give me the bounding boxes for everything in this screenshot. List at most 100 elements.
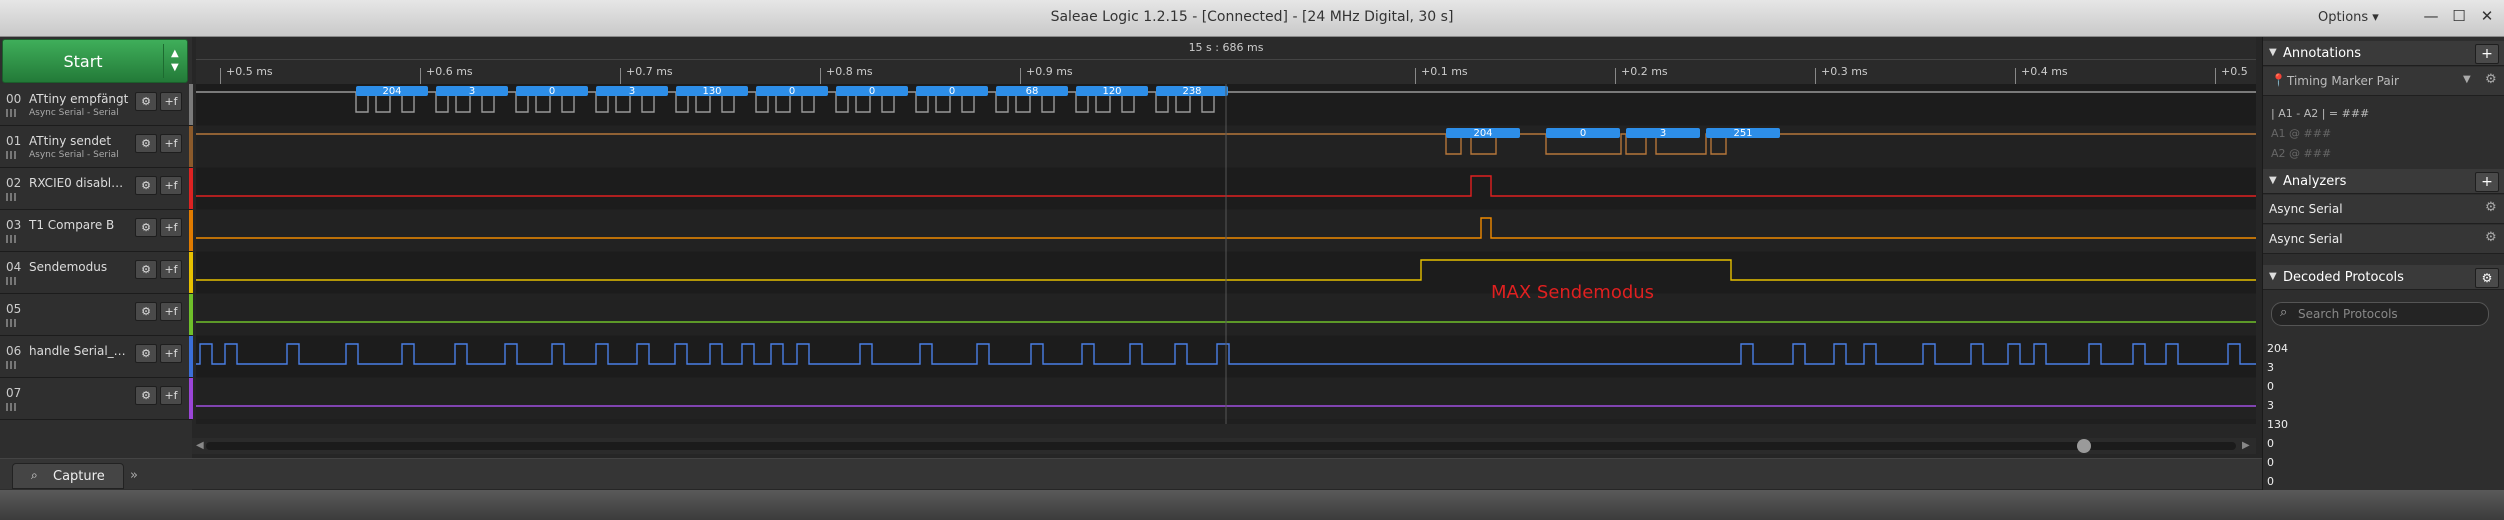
decoded-title: Decoded Protocols: [2283, 270, 2404, 285]
gear-icon[interactable]: ⚙: [135, 134, 157, 153]
waveform-area[interactable]: 204 3 0 3 130 0 0 0 68 120 238 204 0 3 251 MAX Sendemod…: [196, 84, 2256, 424]
decoded-value: 204: [1473, 128, 1492, 139]
scroll-right-icon[interactable]: ▶: [2242, 440, 2250, 451]
drag-handle[interactable]: [6, 319, 16, 327]
channel-number: 02: [6, 176, 22, 190]
start-button[interactable]: Start ▲ ▼: [2, 39, 188, 83]
gear-icon[interactable]: ⚙: [135, 218, 157, 237]
gear-icon[interactable]: ⚙: [135, 386, 157, 405]
gear-icon[interactable]: ⚙: [135, 344, 157, 363]
decoded-protocol-item[interactable]: 0: [2267, 456, 2274, 469]
marker-a2: A2 @ ###: [2271, 147, 2332, 160]
gear-icon[interactable]: ⚙: [2485, 230, 2497, 245]
start-down-icon[interactable]: ▼: [171, 62, 179, 73]
channel-name[interactable]: RXCIE0 disabl…: [29, 176, 123, 190]
analyzer-item[interactable]: Async Serial ⚙: [2263, 195, 2504, 224]
right-panel: ▼ Annotations + Timing Marker Pair 📍 ▼ ⚙…: [2262, 37, 2504, 490]
time-ruler[interactable]: +0.5 ms +0.6 ms +0.7 ms +0.8 ms +0.9 ms +0.1 …: [196, 60, 2256, 84]
channel-name[interactable]: T1 Compare B: [29, 218, 114, 232]
drag-handle[interactable]: [6, 193, 16, 201]
channel-color-bar: [189, 252, 193, 293]
trigger-edge-button[interactable]: +f: [160, 176, 182, 195]
channel-name[interactable]: handle Serial_…: [29, 344, 126, 358]
scroll-track[interactable]: [206, 442, 2236, 450]
trigger-edge-button[interactable]: +f: [160, 302, 182, 321]
add-annotation-button[interactable]: +: [2475, 44, 2499, 64]
trigger-edge-button[interactable]: +f: [160, 344, 182, 363]
channel-color-bar: [189, 336, 193, 377]
capture-tab[interactable]: ⌕ Capture: [12, 463, 124, 489]
collapse-icon[interactable]: ▼: [2269, 175, 2277, 186]
channel-row[interactable]: 00 ATtiny empfängt Async Serial - Serial ⚙ +…: [0, 84, 193, 126]
timing-marker-pair[interactable]: Timing Marker Pair 📍 ▼ ⚙: [2263, 67, 2504, 96]
analyzers-header[interactable]: ▼ Analyzers +: [2263, 169, 2504, 194]
gear-icon[interactable]: ⚙: [135, 260, 157, 279]
drag-handle[interactable]: [6, 403, 16, 411]
channel-number: 01: [6, 134, 22, 148]
decoded-protocol-list: 204 3 0 3 130 0 0 0: [2263, 342, 2504, 490]
channel-row[interactable]: 01 ATtiny sendet Async Serial - Serial ⚙ +f: [0, 126, 193, 168]
drag-handle[interactable]: [6, 361, 16, 369]
decoded-protocol-item[interactable]: 0: [2267, 475, 2274, 488]
decoded-protocol-item[interactable]: 0: [2267, 380, 2274, 393]
ruler-tick-label: +0.1 ms: [1421, 65, 1468, 78]
start-up-icon[interactable]: ▲: [171, 48, 179, 59]
trigger-edge-button[interactable]: +f: [160, 218, 182, 237]
drag-handle[interactable]: [6, 277, 16, 285]
decoded-protocol-item[interactable]: 3: [2267, 399, 2274, 412]
annotation-label: MAX Sendemodus: [1491, 282, 1654, 303]
channel-row[interactable]: 02 RXCIE0 disabl… ⚙ +f: [0, 168, 193, 210]
scroll-thumb[interactable]: [2077, 439, 2091, 453]
channel-row[interactable]: 04 Sendemodus ⚙ +f: [0, 252, 193, 294]
drag-handle[interactable]: [6, 235, 16, 243]
search-icon: ⌕: [2280, 305, 2288, 320]
annotations-header[interactable]: ▼ Annotations +: [2263, 41, 2504, 66]
channel-row[interactable]: 07 ⚙ +f: [0, 378, 193, 420]
decoded-protocol-item[interactable]: 130: [2267, 418, 2288, 431]
expand-tabs-button[interactable]: »: [130, 468, 138, 483]
dropdown-icon[interactable]: ▼: [2463, 74, 2471, 85]
channel-name[interactable]: ATtiny empfängt: [29, 92, 128, 106]
minimize-button[interactable]: —: [2418, 6, 2444, 26]
trigger-edge-button[interactable]: +f: [160, 260, 182, 279]
channel-number: 06: [6, 344, 22, 358]
channel-row[interactable]: 03 T1 Compare B ⚙ +f: [0, 210, 193, 252]
gear-icon[interactable]: ⚙: [2485, 200, 2497, 215]
analyzer-item[interactable]: Async Serial ⚙: [2263, 225, 2504, 254]
gear-icon[interactable]: ⚙: [2485, 72, 2497, 87]
search-protocols-input[interactable]: ⌕ Search Protocols: [2271, 302, 2489, 326]
gear-icon[interactable]: ⚙: [2475, 268, 2499, 288]
collapse-icon[interactable]: ▼: [2269, 47, 2277, 58]
scroll-left-icon[interactable]: ◀: [196, 440, 204, 451]
gear-icon[interactable]: ⚙: [135, 302, 157, 321]
channel-name[interactable]: Sendemodus: [29, 260, 107, 274]
drag-handle[interactable]: [6, 151, 16, 159]
decoded-value: 3: [469, 86, 475, 97]
horizontal-scrollbar[interactable]: ◀ ▶: [192, 438, 2256, 454]
ruler-tick-label: +0.5 ms: [226, 65, 273, 78]
gear-icon[interactable]: ⚙: [135, 176, 157, 195]
trigger-edge-button[interactable]: +f: [160, 134, 182, 153]
collapse-icon[interactable]: ▼: [2269, 271, 2277, 282]
channel-color-bar: [189, 210, 193, 251]
gear-icon[interactable]: ⚙: [135, 92, 157, 111]
decoded-protocol-item[interactable]: 204: [2267, 342, 2288, 355]
maximize-button[interactable]: ☐: [2446, 6, 2472, 26]
window-title: Saleae Logic 1.2.15 - [Connected] - [24 …: [1050, 9, 1454, 25]
options-menu[interactable]: Options ▾: [2318, 10, 2379, 25]
title-bar: Saleae Logic 1.2.15 - [Connected] - [24 …: [0, 0, 2504, 37]
channel-row[interactable]: 06 handle Serial_… ⚙ +f: [0, 336, 193, 378]
decoded-protocols-header[interactable]: ▼ Decoded Protocols ⚙: [2263, 265, 2504, 290]
drag-handle[interactable]: [6, 109, 16, 117]
trigger-edge-button[interactable]: +f: [160, 92, 182, 111]
ruler-tick: [1415, 68, 1416, 84]
close-button[interactable]: ✕: [2474, 6, 2500, 26]
add-analyzer-button[interactable]: +: [2475, 172, 2499, 192]
trigger-edge-button[interactable]: +f: [160, 386, 182, 405]
decoded-protocol-item[interactable]: 3: [2267, 361, 2274, 374]
waveform-svg: 204 3 0 3 130 0 0 0 68 120 238 204 0 3 251 MAX Sendemod…: [196, 84, 2256, 424]
channel-name[interactable]: ATtiny sendet: [29, 134, 111, 148]
channel-analyzer-label: Async Serial - Serial: [29, 150, 119, 160]
decoded-protocol-item[interactable]: 0: [2267, 437, 2274, 450]
channel-row[interactable]: 05 ⚙ +f: [0, 294, 193, 336]
